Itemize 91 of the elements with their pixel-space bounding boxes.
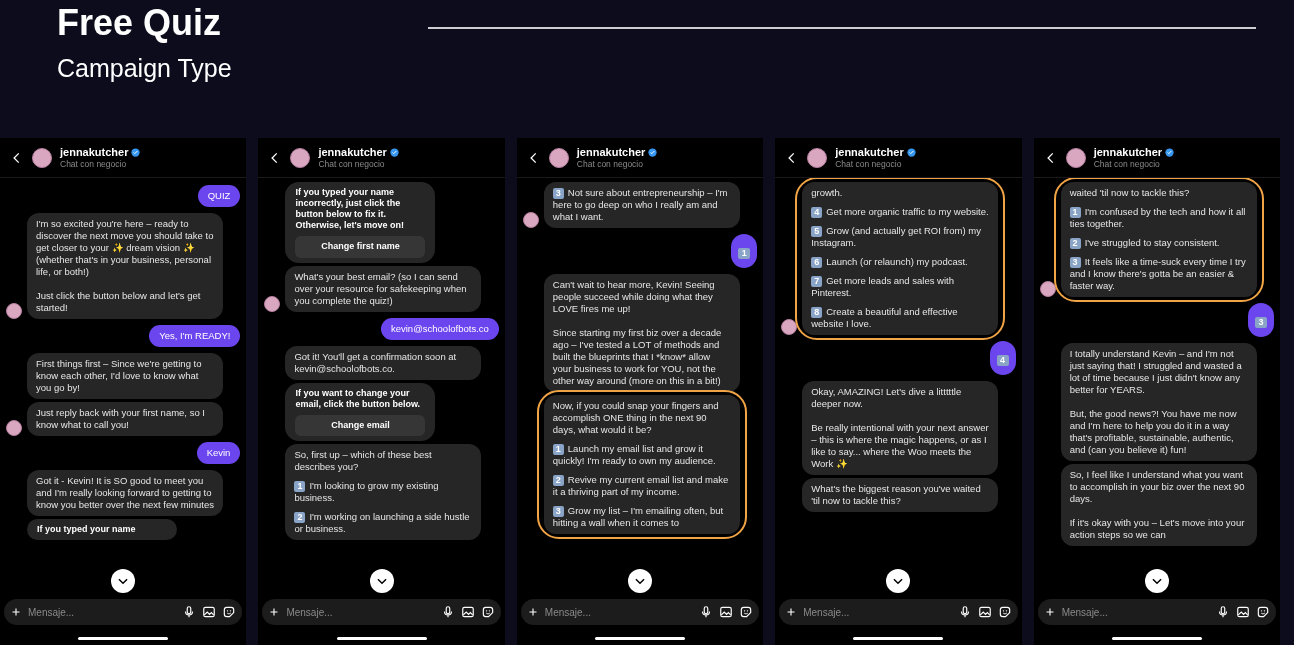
account-name: jennakutcher xyxy=(60,145,129,159)
option-text: 1 I'm confused by the tech and how it all ties together. xyxy=(1069,206,1247,230)
number-key: 4 xyxy=(996,355,1009,366)
option-text: 2 I've struggled to stay consistent. xyxy=(1069,237,1248,249)
message-composer[interactable]: Mensaje... xyxy=(4,599,243,625)
sticker-icon[interactable] xyxy=(480,605,495,619)
sticker-icon[interactable] xyxy=(222,605,237,619)
received-message: What's your best email? (so I can send over your resource for safekeeping when you complete the quiz!) xyxy=(285,265,482,312)
verified-icon xyxy=(906,147,916,157)
sent-message: kevin@schoolofbots.co xyxy=(380,317,499,340)
received-message: Got it - Kevin! It is SO good to meet you and I'm really looking forward to getting to know you better over the next few minutes xyxy=(27,470,223,516)
card-text: If you want to change your email, click the button below. xyxy=(295,387,422,410)
verified-icon xyxy=(389,147,399,157)
option-text: 7 Get more leads and sales with Pinterest. xyxy=(811,275,955,299)
sticker-icon[interactable] xyxy=(1256,605,1271,619)
option-text: 5 Grow (and actually get ROI from) my Instagram. xyxy=(811,225,982,249)
verified-icon xyxy=(131,147,141,157)
plus-icon[interactable] xyxy=(785,606,798,618)
card-text: If you typed your name xyxy=(37,524,137,535)
received-message: Just reply back with your first name, so I know what to call you! xyxy=(27,402,223,436)
option-text: 6 Launch (or relaunch) my podcast. xyxy=(811,256,990,268)
avatar xyxy=(807,147,828,168)
message-composer[interactable]: Mensaje... xyxy=(520,599,760,625)
account-name: jennakutcher xyxy=(318,145,387,159)
option-text: 1 I'm looking to grow my existing business. xyxy=(294,480,440,504)
account-subtitle: Chat con negocio xyxy=(60,158,128,170)
sent-message: QUIZ xyxy=(197,185,241,207)
message-field[interactable]: Mensaje... xyxy=(544,604,694,620)
image-icon[interactable] xyxy=(719,605,734,619)
plus-icon[interactable] xyxy=(268,606,281,618)
image-icon[interactable] xyxy=(977,605,992,619)
received-message: I'm so excited you're here – ready to discover the next move you should take to get closer to your ✨ dream vision ✨ (whether that's in your business, personal life, or both!) Just click the button below and let's get started! xyxy=(27,213,223,319)
message-text: waited 'til now to tackle this? xyxy=(1069,187,1191,199)
avatar xyxy=(32,147,52,168)
option-text: 2 Revive my current email list and make it a thriving part of my income. xyxy=(552,474,730,498)
sticker-icon[interactable] xyxy=(997,605,1012,619)
card-button[interactable]: Change first name xyxy=(295,236,426,258)
scroll-down-button[interactable] xyxy=(111,569,136,593)
number-key: 1 xyxy=(738,248,751,259)
sent-message: Yes, I'm READY! xyxy=(149,325,241,347)
avatar xyxy=(548,147,569,168)
verified-icon xyxy=(1165,147,1175,157)
card-button[interactable]: Change email xyxy=(295,414,426,436)
option-text: 3 It feels like a time-suck every time I try and I know there's gotta be an easier & faster way. xyxy=(1069,256,1247,292)
card-text: If you typed your name incorrectly, just click the button below to fix it. Otherwise, let's move on! xyxy=(295,187,406,231)
received-message: So, I feel like I understand what you want to accomplish in your biz over the next 90 days. If it's okay with you – Let's move into your action steps so we can xyxy=(1060,464,1257,546)
sent-message: Kevin xyxy=(196,442,241,464)
received-message: Got it! You'll get a confirmation soon at kevin@schoolofbots.co. xyxy=(285,345,482,380)
option-text: 8 Create a beautiful and effective website I love. xyxy=(811,306,959,330)
message-composer[interactable]: Mensaje... xyxy=(262,599,501,625)
message-composer[interactable]: Mensaje... xyxy=(1037,599,1277,625)
slide-subtitle: Campaign Type xyxy=(57,53,232,84)
account-name: jennakutcher xyxy=(576,145,646,159)
account-name: jennakutcher xyxy=(1093,145,1163,159)
account-name: jennakutcher xyxy=(835,145,904,159)
message-field[interactable]: Mensaje... xyxy=(28,604,177,620)
avatar xyxy=(290,147,311,168)
number-key: 3 xyxy=(1255,317,1268,328)
sticker-icon[interactable] xyxy=(739,605,754,619)
account-subtitle: Chat con negocio xyxy=(318,158,386,170)
scroll-down-button[interactable] xyxy=(1144,569,1169,593)
image-icon[interactable] xyxy=(460,605,475,619)
received-message: I totally understand Kevin – and I'm not just saying that! I struggled and wasted a lot of time because I just didn't know any better for YEARS. But, the good news?! You have me now and I'm here to help you do it in a way that's profitable, sustainable, authentic, and (can you believe it) fun! xyxy=(1060,343,1257,461)
message-field[interactable]: Mensaje... xyxy=(803,604,952,620)
image-icon[interactable] xyxy=(1236,605,1251,619)
received-message: Okay, AMAZING! Let's dive a litttttle deeper now. Be really intentional with your next answer – this is where the magic happens, or as I like to say... where the Woo meets the Work ✨ xyxy=(802,381,999,475)
option-text: 3 Not sure about entrepreneurship – I'm here to go deep on who I really am and what I want. xyxy=(552,187,729,223)
scroll-down-button[interactable] xyxy=(369,569,394,593)
scroll-down-button[interactable] xyxy=(886,569,911,593)
avatar xyxy=(1065,147,1086,168)
message-text: growth. xyxy=(811,187,844,199)
received-message: What's the biggest reason you've waited 'til now to tackle this? xyxy=(802,478,999,512)
verified-icon xyxy=(648,147,658,157)
slide-title: Free Quiz xyxy=(57,2,222,44)
received-message: First things first – Since we're getting to know each other, I'd love to know what you go by! xyxy=(27,353,223,399)
message-field[interactable]: Mensaje... xyxy=(286,604,435,620)
message-text: So, first up – which of these best describes you? xyxy=(294,449,433,473)
option-text: 1 Launch my email list and grow it quickly! I'm ready to own my audience. xyxy=(552,443,717,467)
message-field[interactable]: Mensaje... xyxy=(1061,604,1211,620)
option-text: 4 Get more organic traffic to my website. xyxy=(811,206,990,218)
account-subtitle: Chat con negocio xyxy=(1093,158,1161,170)
account-subtitle: Chat con negocio xyxy=(835,158,903,170)
account-subtitle: Chat con negocio xyxy=(576,158,644,170)
image-icon[interactable] xyxy=(202,605,217,619)
message-text: Now, if you could snap your fingers and accomplish ONE thing in the next 90 days, what would it be? xyxy=(552,400,720,436)
option-text: 3 Grow my list – I'm emailing often, but hitting a wall when it comes to xyxy=(552,505,725,529)
received-message: Can't wait to hear more, Kevin! Seeing people succeed while doing what they LOVE fires me up! Since starting my first biz over a decade ago – I've tested a LOT of methods and built the blueprints that I *know* allow your business to work for YOU, not the other way around (more on this in a bit!) xyxy=(543,274,740,392)
message-composer[interactable]: Mensaje... xyxy=(779,599,1018,625)
plus-icon[interactable] xyxy=(10,606,22,618)
option-text: 2 I'm working on launching a side hustle or business. xyxy=(294,511,471,535)
scroll-down-button[interactable] xyxy=(628,569,652,593)
